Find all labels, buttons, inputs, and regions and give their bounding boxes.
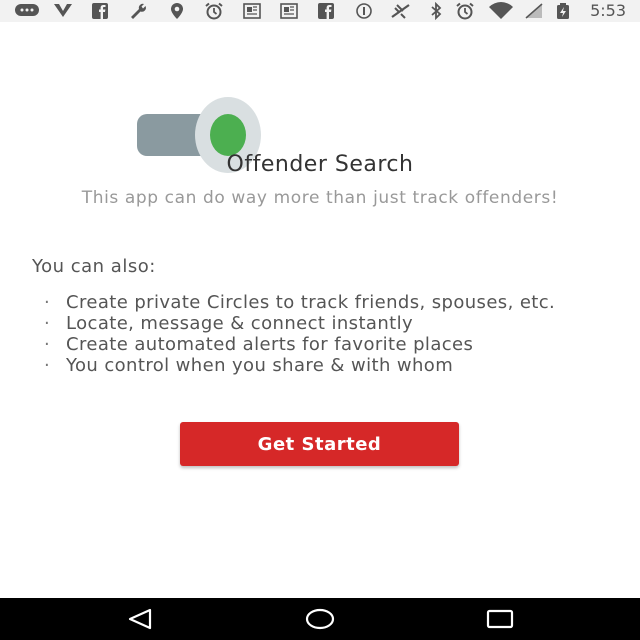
status-bar: 5:53 [0,0,640,22]
bluetooth-icon [428,1,444,21]
navigation-bar [0,598,640,640]
list-item: · Create private Circles to track friend… [40,293,620,312]
recents-icon[interactable] [480,606,520,632]
cell-signal-icon [523,2,545,20]
wifi-icon [487,2,515,20]
news-icon [241,2,263,20]
wrench-icon [127,2,149,20]
list-item: · Create automated alerts for favorite p… [40,335,620,354]
list-item: · Locate, message & connect instantly [40,314,620,333]
feature-text: Locate, message & connect instantly [66,313,414,334]
info-icon [354,2,374,20]
location-icon [167,2,187,20]
subtitle: This app can do way more than just track… [81,188,559,208]
facebook-icon [316,2,336,20]
bullet-icon: · [44,313,51,334]
bullet-icon: · [44,334,51,355]
page-title: Offender Search [226,152,414,177]
clock-time: 5:53 [590,1,626,20]
bullet-icon: · [44,355,51,376]
feature-text: Create private Circles to track friends,… [66,292,556,313]
feature-list: · Create private Circles to track friend… [40,293,620,377]
intro-text: You can also: [32,256,156,277]
news-icon [278,2,300,20]
feature-text: Create automated alerts for favorite pla… [66,334,474,355]
v-icon [52,2,74,20]
facebook-icon [90,2,110,20]
battery-charging-icon [555,2,571,20]
get-started-button[interactable]: Get Started [180,422,459,466]
back-icon[interactable] [120,606,160,632]
no-signal-icon [389,2,413,20]
feature-text: You control when you share & with whom [66,355,454,376]
home-icon[interactable] [300,606,340,632]
alarm-icon [454,2,476,20]
list-item: · You control when you share & with whom [40,356,620,375]
bullet-icon: · [44,292,51,313]
alarm-icon [203,2,225,20]
messages-icon [14,2,40,20]
